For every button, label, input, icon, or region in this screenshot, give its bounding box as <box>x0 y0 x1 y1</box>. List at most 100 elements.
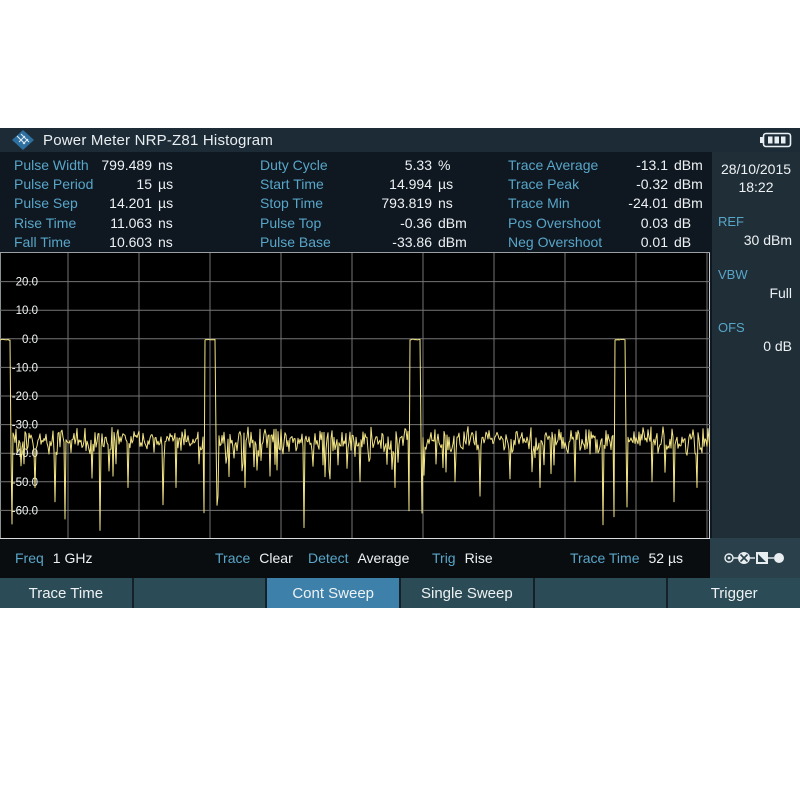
measurement-label: Trace Min <box>508 195 612 211</box>
measurement-unit: dBm <box>668 176 708 192</box>
battery-icon <box>760 132 792 148</box>
softkey-empty-1[interactable] <box>134 578 266 608</box>
setting-label: VBW <box>712 267 800 282</box>
rohde-schwarz-logo-icon <box>12 130 34 150</box>
setting-value: 0 dB <box>712 338 800 354</box>
measurement-value: 14.994 <box>342 176 432 192</box>
measurement-label: Neg Overshoot <box>508 234 612 250</box>
status-value: 52 µs <box>649 550 684 566</box>
trace-plot: 20.010.00.0-10.0-20.0-30.0-40.0-50.0-60.… <box>0 253 710 539</box>
y-axis-tick-label: -60.0 <box>12 505 38 517</box>
status-item-trace[interactable]: Trace Clear <box>215 539 293 578</box>
setting-label: REF <box>712 214 800 229</box>
status-value: Rise <box>465 550 493 566</box>
status-label: Detect <box>308 550 348 566</box>
measurement-label: Duty Cycle <box>260 157 342 173</box>
sidebar-setting-vbw: VBW Full <box>712 267 800 301</box>
status-item-detect[interactable]: Detect Average <box>308 539 409 578</box>
measurement-label: Stop Time <box>260 195 342 211</box>
measurement-value: -0.36 <box>342 215 432 231</box>
measurement-value: -24.01 <box>612 195 668 211</box>
y-axis-tick-label: 10.0 <box>16 305 38 317</box>
measurement-column-3: Trace Average-13.1dBmTrace Peak-0.32dBmT… <box>508 155 708 252</box>
measurement-value: 799.489 <box>94 157 152 173</box>
status-item-trace-time[interactable]: Trace Time 52 µs <box>570 539 683 578</box>
date-display: 28/10/2015 <box>712 161 800 177</box>
softkey-trigger[interactable]: Trigger <box>668 578 800 608</box>
status-label: Freq <box>15 550 44 566</box>
measurement-unit: % <box>432 157 476 173</box>
measurement-label: Rise Time <box>14 215 94 231</box>
measurement-label: Pulse Sep <box>14 195 94 211</box>
measurement-unit: µs <box>152 195 192 211</box>
measurement-unit: ns <box>432 195 476 211</box>
time-display: 18:22 <box>712 179 800 195</box>
sidebar-setting-ref: REF 30 dBm <box>712 214 800 248</box>
y-axis-tick-label: -50.0 <box>12 477 38 489</box>
measurement-value: 15 <box>94 176 152 192</box>
measurement-value: 0.03 <box>612 215 668 231</box>
status-value: 1 GHz <box>53 550 93 566</box>
measurement-unit: dB <box>668 234 708 250</box>
measurement-unit: ns <box>152 157 192 173</box>
status-value: Clear <box>259 550 292 566</box>
measurement-unit: dBm <box>668 157 708 173</box>
status-label: Trace Time <box>570 550 640 566</box>
measurement-value: 10.603 <box>94 234 152 250</box>
measurement-unit: dBm <box>432 215 476 231</box>
status-bar: Freq 1 GHz Trace Clear Detect Average Trig Rise… <box>0 538 710 578</box>
measurement-value: -13.1 <box>612 157 668 173</box>
softkey-empty-4[interactable] <box>535 578 667 608</box>
softkey-trace-time[interactable]: Trace Time <box>0 578 132 608</box>
measurement-unit: dBm <box>432 234 476 250</box>
measurement-value: -0.32 <box>612 176 668 192</box>
softkey-cont-sweep[interactable]: Cont Sweep <box>267 578 399 608</box>
setting-label: OFS <box>712 320 800 335</box>
measurement-label: Fall Time <box>14 234 94 250</box>
status-label: Trig <box>432 550 456 566</box>
y-axis-tick-label: -20.0 <box>12 391 38 403</box>
measurement-label: Pulse Top <box>260 215 342 231</box>
softkey-bar: Trace Time Cont SweepSingle Sweep Trigger <box>0 578 800 608</box>
y-axis-tick-label: -10.0 <box>12 362 38 374</box>
measurement-column-1: Pulse Width799.489nsPulse Period15µsPuls… <box>14 155 192 252</box>
measurement-unit: dBm <box>668 195 708 211</box>
title-bar: Power Meter NRP-Z81 Histogram <box>0 128 800 152</box>
measurement-label: Trace Peak <box>508 176 612 192</box>
measurement-table: Pulse Width799.489nsPulse Period15µsPuls… <box>0 152 712 252</box>
measurement-unit: ns <box>152 215 192 231</box>
measurement-value: 11.063 <box>94 215 152 231</box>
measurement-unit: µs <box>152 176 192 192</box>
measurement-value: 5.33 <box>342 157 432 173</box>
sensor-path-panel <box>710 538 800 578</box>
measurement-value: 14.201 <box>94 195 152 211</box>
measurement-value: -33.86 <box>342 234 432 250</box>
measurement-label: Pulse Period <box>14 176 94 192</box>
y-axis-tick-label: 0.0 <box>22 334 38 346</box>
measurement-column-2: Duty Cycle5.33% Start Time14.994µs Stop Ti… <box>260 155 476 252</box>
measurement-label: Pos Overshoot <box>508 215 612 231</box>
status-item-trig[interactable]: Trig Rise <box>432 539 493 578</box>
measurement-unit: µs <box>432 176 476 192</box>
status-label: Trace <box>215 550 250 566</box>
sidebar-setting-ofs: OFS 0 dB <box>712 320 800 354</box>
y-axis-tick-label: 20.0 <box>16 277 38 289</box>
measurement-label: Pulse Base <box>260 234 342 250</box>
measurement-value: 793.819 <box>342 195 432 211</box>
status-value: Average <box>357 550 409 566</box>
measurement-label: Trace Average <box>508 157 612 173</box>
setting-value: Full <box>712 285 800 301</box>
instrument-screen: Power Meter NRP-Z81 Histogram Pulse Widt… <box>0 128 800 608</box>
setting-value: 30 dBm <box>712 232 800 248</box>
settings-sidebar: 28/10/2015 18:22 REF 30 dBm VBW Full OFS 0 dB <box>712 152 800 540</box>
trace-diagram: 20.010.00.0-10.0-20.0-30.0-40.0-50.0-60.… <box>0 252 710 539</box>
status-item-freq[interactable]: Freq 1 GHz <box>15 539 92 578</box>
measurement-label: Pulse Width <box>14 157 94 173</box>
measurement-value: 0.01 <box>612 234 668 250</box>
sensor-signal-path-icon <box>723 548 787 568</box>
page-title: Power Meter NRP-Z81 Histogram <box>43 132 273 149</box>
softkey-single-sweep[interactable]: Single Sweep <box>401 578 533 608</box>
measurement-unit: ns <box>152 234 192 250</box>
measurement-unit: dB <box>668 215 708 231</box>
measurement-label: Start Time <box>260 176 342 192</box>
